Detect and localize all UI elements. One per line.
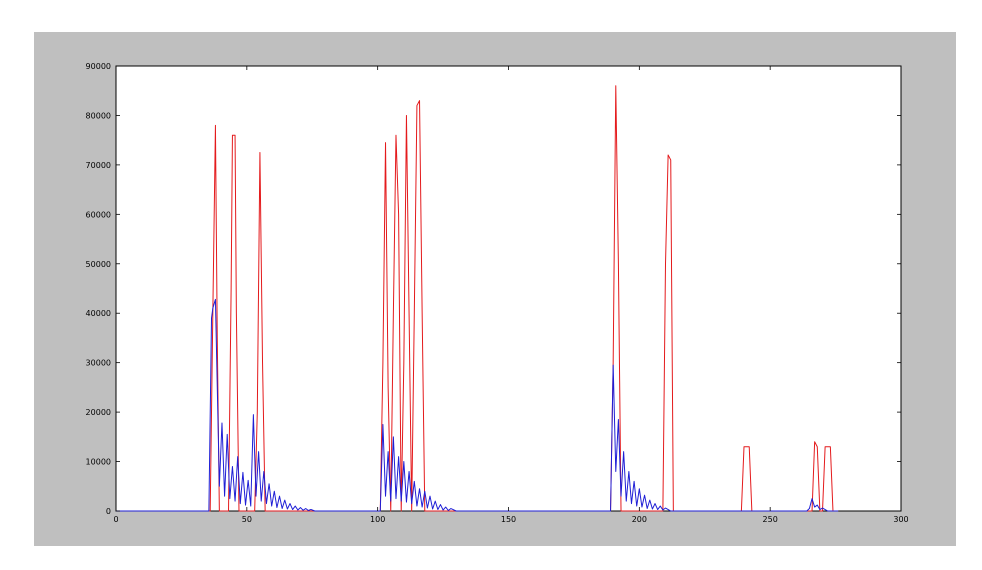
y-tick-label: 60000: [86, 210, 111, 219]
y-tick-label: 10000: [86, 458, 111, 467]
y-tick-label: 80000: [86, 111, 111, 120]
x-tick-label: 200: [632, 515, 647, 524]
line-chart: 0 50 100 150 200 250 300 0 10000 20000 30000 40000 5…: [86, 62, 909, 524]
x-tick-label: 50: [242, 515, 252, 524]
y-tick-label: 40000: [86, 309, 111, 318]
y-tick-label: 50000: [86, 260, 111, 269]
y-tick-label: 0: [106, 507, 111, 516]
y-tick-label: 70000: [86, 161, 111, 170]
y-tick-label: 90000: [86, 62, 111, 71]
x-tick-label: 100: [370, 515, 385, 524]
x-tick-label: 300: [893, 515, 908, 524]
plot-area: [115, 65, 902, 512]
x-tick-label: 150: [501, 515, 516, 524]
y-tick-label: 30000: [86, 359, 111, 368]
y-tick-label: 20000: [86, 408, 111, 417]
x-tick-label: 250: [763, 515, 778, 524]
x-tick-label: 0: [113, 515, 118, 524]
